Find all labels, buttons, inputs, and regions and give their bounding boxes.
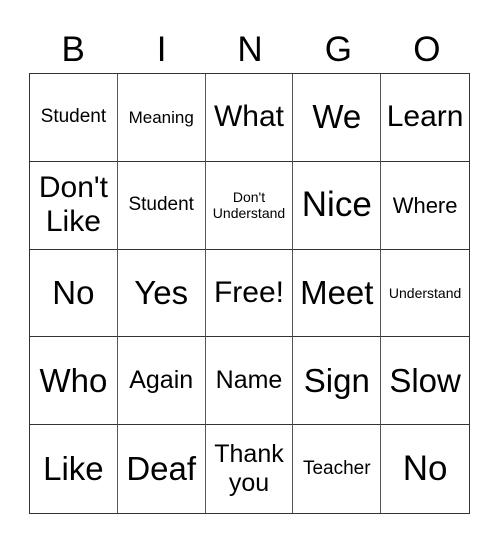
bingo-cell[interactable]: Learn [381, 74, 469, 162]
bingo-cell[interactable]: Like [30, 425, 118, 513]
bingo-cell[interactable]: Who [30, 337, 118, 426]
bingo-card-grid: Student Meaning What We Learn Don't Like… [29, 73, 470, 514]
bingo-cell[interactable]: Yes [117, 249, 206, 338]
bingo-cell[interactable]: Where [381, 162, 469, 250]
header-letter-i: I [156, 30, 167, 69]
bingo-cell[interactable]: Student [30, 74, 118, 162]
bingo-cell[interactable]: Nice [293, 161, 382, 250]
bingo-cell[interactable]: Sign [293, 337, 382, 426]
bingo-cell[interactable]: Meet [293, 249, 382, 338]
header-letter-g: G [324, 30, 353, 69]
bingo-cell[interactable]: Name [205, 337, 294, 426]
header-letter-n: N [237, 30, 263, 69]
bingo-cell[interactable]: No [30, 249, 118, 338]
bingo-cell[interactable]: Don't Understand [205, 161, 294, 250]
bingo-cell[interactable]: Don't Like [30, 161, 118, 250]
bingo-cell[interactable]: Thank you [206, 425, 294, 513]
bingo-cell[interactable]: What [205, 74, 294, 162]
free-space-cell[interactable]: Free! [205, 249, 294, 338]
bingo-cell[interactable]: Again [117, 337, 206, 426]
header-letter-b: B [61, 30, 85, 69]
bingo-cell[interactable]: Meaning [117, 74, 206, 162]
bingo-cell[interactable]: Teacher [293, 425, 382, 513]
header-letter-o: O [413, 30, 441, 69]
bingo-cell[interactable]: Deaf [118, 425, 206, 513]
bingo-cell[interactable]: No [381, 425, 469, 513]
bingo-cell[interactable]: We [293, 74, 382, 162]
bingo-header: B I N G O [29, 28, 471, 72]
bingo-cell[interactable]: Understand [381, 250, 469, 338]
bingo-cell[interactable]: Student [117, 161, 206, 250]
bingo-cell[interactable]: Slow [381, 337, 469, 426]
